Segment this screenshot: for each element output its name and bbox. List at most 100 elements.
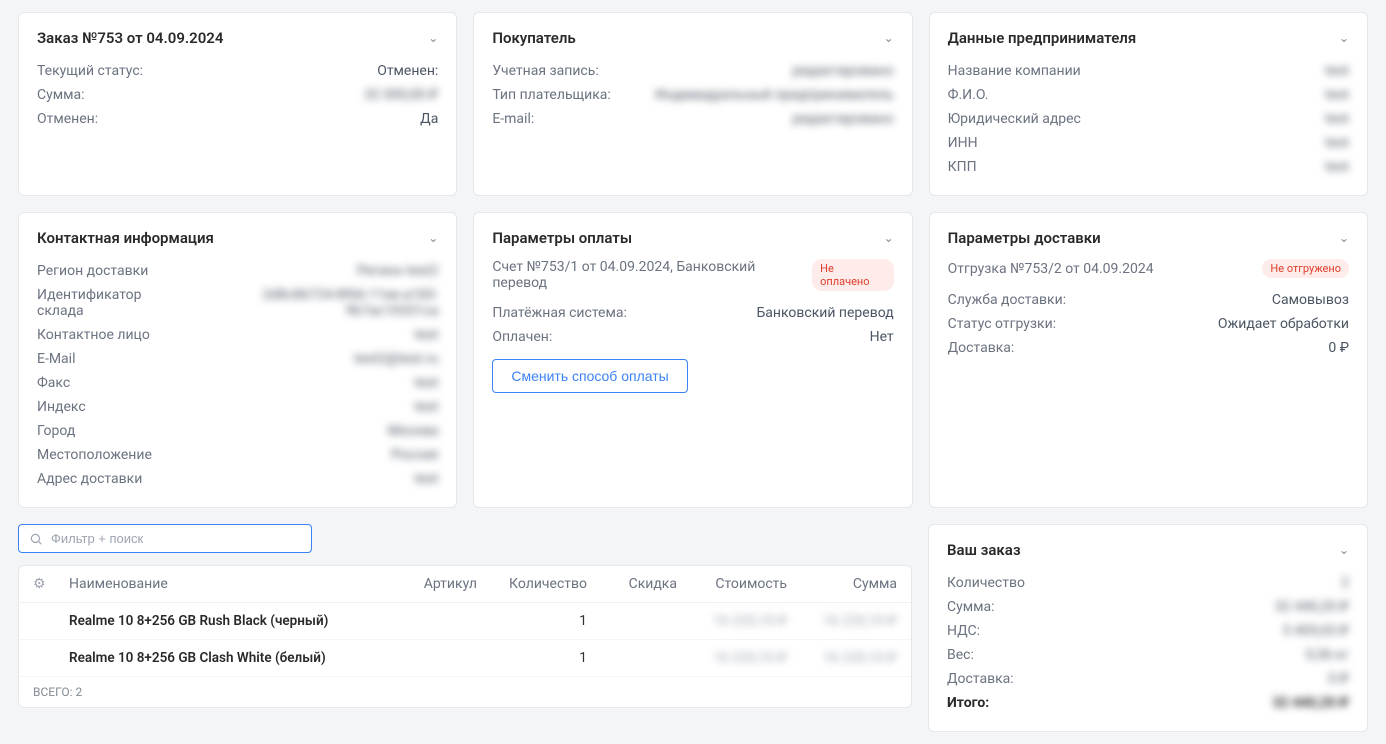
kv-key: Название компании	[948, 63, 1081, 79]
kv-key: Местоположение	[37, 447, 152, 463]
kv-row: НДС: 5 405,03 ₽	[947, 619, 1349, 643]
kv-value: test2@test.ru	[354, 351, 438, 367]
search-input-wrap[interactable]	[18, 524, 312, 553]
kv-row: Доставка: 0 ₽	[948, 336, 1349, 360]
kv-row: Ф.И.О.test	[948, 83, 1349, 107]
payment-sub: Счет №753/1 от 04.09.2024, Банковский пе…	[492, 259, 812, 291]
kv-value: test	[1325, 135, 1349, 151]
order-title: Заказ №753 от 04.09.2024	[37, 29, 223, 47]
kv-row: Название компанииtest	[948, 59, 1349, 83]
kv-value: 0,36 кг	[1306, 647, 1349, 663]
kv-value: test	[415, 375, 439, 391]
kv-row: Адрес доставкиtest	[37, 467, 438, 491]
kv-key: Количество	[947, 575, 1025, 591]
kv-value: Нет	[870, 329, 894, 345]
kv-key: Служба доставки:	[948, 292, 1066, 308]
kv-row: Текущий статус: Отменен:	[37, 59, 438, 83]
item-sum: 16 220,10 ₽	[787, 613, 897, 629]
kv-value: 32 000,00 ₽	[364, 87, 438, 103]
contact-rows: Регион доставкиРегион test2Идентификатор…	[37, 259, 438, 491]
chevron-down-icon[interactable]: ⌄	[1339, 231, 1349, 245]
entrepreneur-rows: Название компанииtestФ.И.О.testЮридическ…	[948, 59, 1349, 179]
order-card: Заказ №753 от 04.09.2024 ⌄ Текущий стату…	[18, 12, 457, 196]
items-table: ⚙ Наименование Артикул Количество Скидка…	[18, 565, 912, 708]
kv-key: НДС:	[947, 623, 980, 639]
kv-value: Индивидуальный предприниматель	[655, 87, 894, 103]
buyer-card: Покупатель ⌄ Учетная запись:редактирован…	[473, 12, 912, 196]
kv-key: Контактное лицо	[37, 327, 150, 343]
items-section: ⚙ Наименование Артикул Количество Скидка…	[18, 524, 912, 708]
col-sku: Артикул	[387, 576, 477, 592]
delivery-badge: Не отгружено	[1262, 259, 1349, 278]
kv-key: E-mail:	[492, 111, 534, 127]
kv-row: Отменен:Да	[37, 107, 438, 131]
kv-key: Сумма:	[37, 87, 85, 103]
table-footer: ВСЕГО: 2	[19, 677, 911, 707]
kv-value: 5 405,03 ₽	[1283, 623, 1349, 639]
payment-badge: Не оплачено	[812, 259, 894, 291]
footer-count: 2	[76, 685, 83, 699]
kv-row: E-mail:редактировано	[492, 107, 893, 131]
kv-row: Идентификатор склада2d8c86724-8f66-11ee-…	[37, 283, 438, 323]
item-name: Realme 10 8+256 GB Clash White (белый)	[69, 650, 387, 666]
kv-row: Тип плательщика: Индивидуальный предприни…	[492, 83, 893, 107]
total-value: 32 440,20 ₽	[1272, 695, 1349, 711]
chevron-down-icon[interactable]: ⌄	[884, 31, 894, 45]
kv-key: Юридический адрес	[948, 111, 1081, 127]
kv-row: КППtest	[948, 155, 1349, 179]
kv-row: Сумма:32 440,20 ₽	[947, 595, 1349, 619]
buyer-title: Покупатель	[492, 29, 575, 47]
contact-title: Контактная информация	[37, 229, 214, 247]
summary-title: Ваш заказ	[947, 541, 1021, 559]
footer-label: ВСЕГО:	[33, 685, 73, 699]
total-label: Итого:	[947, 695, 989, 711]
kv-key: Сумма:	[947, 599, 995, 615]
chevron-down-icon[interactable]: ⌄	[1339, 31, 1349, 45]
item-price: 16 220,10 ₽	[677, 650, 787, 666]
kv-value: Самовывоз	[1272, 292, 1349, 308]
kv-value: test	[1325, 111, 1349, 127]
search-icon	[29, 532, 43, 546]
chevron-down-icon[interactable]: ⌄	[1339, 543, 1349, 557]
summary-card: Ваш заказ ⌄ Количество2Сумма:32 440,20 ₽…	[928, 524, 1368, 732]
kv-value: Отменен:	[377, 63, 438, 79]
kv-value: Россия	[391, 447, 438, 463]
kv-row: Факсtest	[37, 371, 438, 395]
chevron-down-icon[interactable]: ⌄	[428, 231, 438, 245]
gear-icon[interactable]: ⚙	[33, 576, 69, 592]
kv-key: Отменен:	[37, 111, 98, 127]
delivery-title: Параметры доставки	[948, 229, 1101, 247]
kv-row: Вес: 0,36 кг	[947, 643, 1349, 667]
kv-row: Доставка:0 ₽	[947, 667, 1349, 691]
kv-key: Доставка:	[947, 671, 1014, 687]
kv-value: test	[1325, 87, 1349, 103]
delivery-sub: Отгрузка №753/2 от 04.09.2024	[948, 261, 1154, 277]
search-input[interactable]	[51, 531, 301, 546]
buyer-rows: Учетная запись:редактированоТип плательщ…	[492, 59, 893, 131]
kv-row: Сумма: 32 000,00 ₽	[37, 83, 438, 107]
kv-value: Ожидает обработки	[1218, 316, 1349, 332]
item-qty: 1	[477, 650, 587, 666]
kv-key: Город	[37, 423, 75, 439]
chevron-down-icon[interactable]: ⌄	[884, 231, 894, 245]
kv-key: Адрес доставки	[37, 471, 142, 487]
change-payment-button[interactable]: Сменить способ оплаты	[492, 359, 687, 393]
col-qty: Количество	[477, 576, 587, 592]
kv-value: Банковский перевод	[756, 305, 893, 321]
payment-title: Параметры оплаты	[492, 229, 632, 247]
order-rows: Текущий статус: Отменен: Сумма: 32 000,00 ₽…	[37, 59, 438, 131]
kv-key: Доставка:	[948, 340, 1015, 356]
chevron-down-icon[interactable]: ⌄	[428, 31, 438, 45]
kv-key: Статус отгрузки:	[948, 316, 1056, 332]
kv-value: 0 ₽	[1328, 340, 1349, 356]
kv-row: Местоположение Россия	[37, 443, 438, 467]
kv-row: ИННtest	[948, 131, 1349, 155]
col-name: Наименование	[69, 576, 387, 592]
table-header: ⚙ Наименование Артикул Количество Скидка…	[19, 566, 911, 603]
table-row[interactable]: Realme 10 8+256 GB Rush Black (черный)11…	[19, 603, 911, 640]
kv-key: Вес:	[947, 647, 974, 663]
kv-key: Тип плательщика:	[492, 87, 610, 103]
kv-value: 2d8c86724-8f66-11ee-a183-9b7ac10331ca	[184, 287, 439, 319]
table-row[interactable]: Realme 10 8+256 GB Clash White (белый) 1 1…	[19, 640, 911, 677]
kv-key: Текущий статус:	[37, 63, 143, 79]
